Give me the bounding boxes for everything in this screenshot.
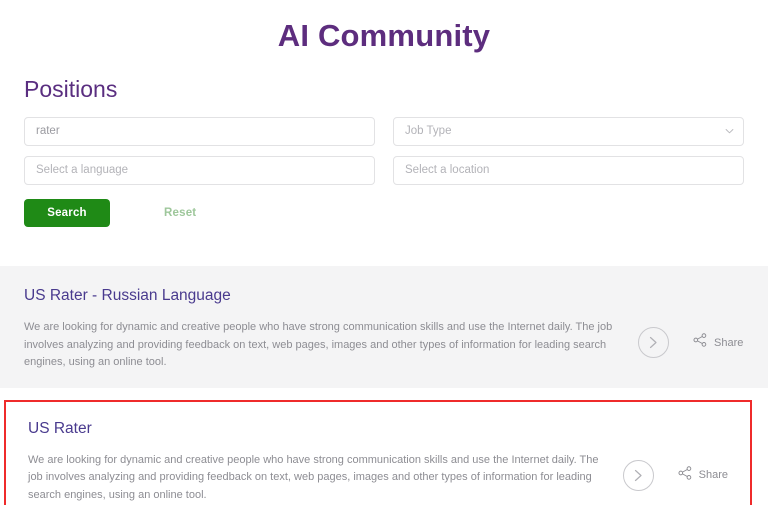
job-card-actions: Share <box>622 452 728 491</box>
job-results-list: US Rater - Russian Language We are looki… <box>0 266 768 505</box>
location-select[interactable]: Select a location <box>393 156 744 185</box>
job-title[interactable]: US Rater - Russian Language <box>24 286 744 306</box>
share-button[interactable]: Share <box>693 333 743 352</box>
job-card-highlighted[interactable]: US Rater We are looking for dynamic and … <box>4 399 752 505</box>
section-title-positions: Positions <box>24 76 118 102</box>
language-select[interactable]: Select a language <box>24 156 375 185</box>
language-select-placeholder: Select a language <box>36 164 129 176</box>
chevron-right-circle-icon[interactable] <box>638 327 669 358</box>
share-label: Share <box>714 336 744 349</box>
share-icon <box>693 333 707 352</box>
job-type-select[interactable]: Job Type <box>393 117 744 146</box>
share-button[interactable]: Share <box>678 465 728 485</box>
search-button[interactable]: Search <box>24 199 110 227</box>
keyword-input-value: rater <box>36 125 60 137</box>
page-root: AI Community Positions rater Job Type Se… <box>0 0 768 505</box>
job-type-select-value: Job Type <box>405 125 452 137</box>
job-card-actions: Share <box>638 319 743 358</box>
search-form-row-1: rater Job Type <box>24 117 744 146</box>
share-icon <box>678 465 692 485</box>
location-select-placeholder: Select a location <box>405 164 490 176</box>
chevron-down-icon <box>725 127 734 136</box>
job-title[interactable]: US Rater <box>28 419 728 439</box>
search-form-actions: Search Reset <box>24 199 744 227</box>
search-form-row-2: Select a language Select a location <box>24 156 744 185</box>
share-label: Share <box>698 469 728 481</box>
chevron-right-circle-icon[interactable] <box>622 459 654 491</box>
reset-link[interactable]: Reset <box>164 207 196 219</box>
job-card[interactable]: US Rater - Russian Language We are looki… <box>0 266 768 388</box>
job-card-body: We are looking for dynamic and creative … <box>28 452 728 505</box>
keyword-input[interactable]: rater <box>24 117 375 146</box>
job-description: We are looking for dynamic and creative … <box>28 453 599 501</box>
page-title: AI Community <box>277 18 491 53</box>
job-description: We are looking for dynamic and creative … <box>24 321 613 368</box>
job-card-body: We are looking for dynamic and creative … <box>24 319 744 372</box>
search-form: rater Job Type Select a language Select … <box>24 117 744 227</box>
